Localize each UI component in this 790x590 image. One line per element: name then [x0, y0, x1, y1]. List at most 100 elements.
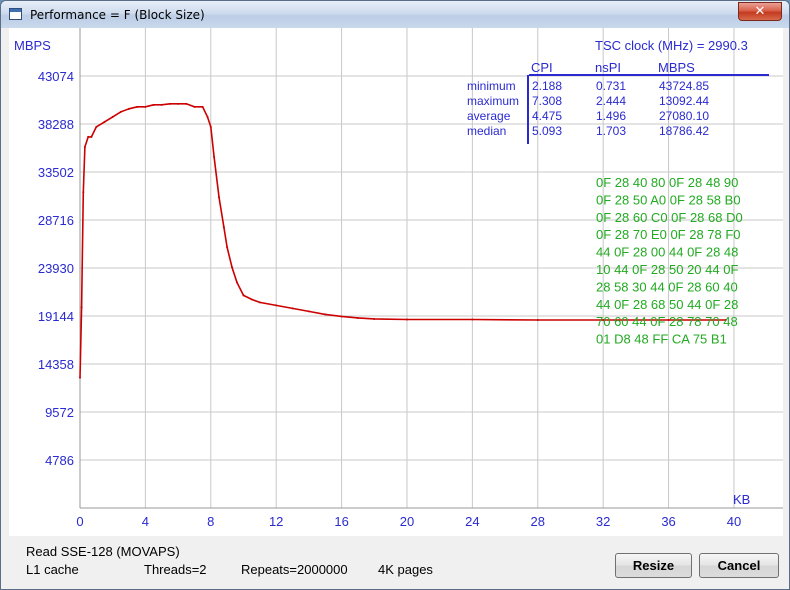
series-point — [144, 105, 147, 108]
benchmark-window: Performance = F (Block Size) ✕ 0 4 8 12 16 20… — [0, 0, 790, 590]
opcode-line: 28 58 30 44 0F 28 60 40 — [596, 279, 738, 294]
series-point — [340, 315, 343, 318]
opcode-line: 0F 28 40 80 0F 28 48 90 — [596, 175, 738, 190]
resize-button[interactable]: Resize — [615, 553, 692, 578]
x-tick-label: 12 — [269, 514, 283, 529]
y-tick-label: 28716 — [38, 213, 74, 228]
x-tick-label: 32 — [596, 514, 610, 529]
y-tick-label: 38288 — [38, 117, 74, 132]
y-tick-label: 9572 — [45, 405, 74, 420]
series-point — [87, 135, 90, 138]
opcode-line: 0F 28 50 A0 0F 28 58 B0 — [596, 192, 741, 207]
x-axis-label: KB — [733, 492, 750, 507]
stats-row-label: average — [467, 109, 511, 123]
y-axis-label: MBPS — [14, 38, 51, 53]
window-title: Performance = F (Block Size) — [30, 8, 205, 22]
x-tick-label: 8 — [207, 514, 214, 529]
opcode-line: 44 0F 28 00 44 0F 28 48 — [596, 245, 738, 260]
series-point — [119, 110, 122, 113]
threads-label: Threads=2 — [144, 562, 207, 577]
series-point — [536, 318, 539, 321]
series-point — [80, 306, 83, 309]
performance-chart: 0 4 8 12 16 20 24 28 32 36 40 4786 9572 14358 19144 239… — [14, 28, 783, 529]
title-bar[interactable]: Performance = F (Block Size) ✕ — [1, 1, 789, 28]
opcode-line: 44 0F 28 68 50 44 0F 28 — [596, 297, 738, 312]
series-point — [177, 102, 180, 105]
stats-row-label: maximum — [467, 94, 519, 108]
series-point — [222, 226, 225, 229]
x-tick-label: 36 — [661, 514, 675, 529]
series-point — [307, 310, 310, 313]
cancel-button[interactable]: Cancel — [699, 553, 779, 578]
cache-label: L1 cache — [26, 562, 79, 577]
series-point — [250, 298, 253, 301]
opcode-dump: 0F 28 40 80 0F 28 48 90 0F 28 50 A0 0F 28… — [596, 175, 743, 347]
opcode-line: 0F 28 60 C0 0F 28 68 D0 — [596, 210, 743, 225]
series-point — [373, 317, 376, 320]
stats-header: CPI — [531, 60, 553, 75]
stats-header: nsPI — [595, 60, 621, 75]
close-button[interactable]: ✕ — [738, 2, 782, 21]
series-point — [324, 313, 327, 316]
stats-mbps: 27080.10 — [659, 109, 709, 123]
repeats-label: Repeats=2000000 — [241, 562, 348, 577]
app-window-icon — [9, 8, 22, 20]
opcode-line: 10 44 0F 28 50 20 44 0F — [596, 262, 738, 277]
stats-header: MBPS — [658, 60, 695, 75]
series-point — [471, 318, 474, 321]
stats-mbps: 13092.44 — [659, 94, 709, 108]
x-tick-label: 20 — [400, 514, 414, 529]
x-tick-label: 4 — [142, 514, 149, 529]
x-tick-label: 24 — [465, 514, 479, 529]
series-point — [83, 145, 86, 148]
series-point — [217, 196, 220, 199]
series-point — [235, 281, 238, 284]
stats-nspi: 1.703 — [596, 124, 626, 138]
series-point — [168, 102, 171, 105]
stats-row-label: minimum — [467, 79, 516, 93]
stats-table: TSC clock (MHz) = 2990.3 CPI nsPI MBPS minim… — [467, 38, 769, 144]
stats-nspi: 2.444 — [596, 94, 626, 108]
y-tick-label: 4786 — [45, 453, 74, 468]
series-point — [82, 191, 85, 194]
tsc-clock-label: TSC clock (MHz) = 2990.3 — [595, 38, 748, 53]
stats-nspi: 1.496 — [596, 109, 626, 123]
series-point — [258, 301, 261, 304]
x-tick-label: 28 — [531, 514, 545, 529]
stats-row-label: median — [467, 124, 506, 138]
series-point — [160, 103, 163, 106]
x-tick-label: 40 — [727, 514, 741, 529]
stats-mbps: 18786.42 — [659, 124, 709, 138]
series-point — [128, 107, 131, 110]
y-tick-label: 14358 — [38, 357, 74, 372]
series-point — [356, 316, 359, 319]
series-point — [213, 155, 216, 158]
series-point — [201, 105, 204, 108]
chart-area: 0 4 8 12 16 20 24 28 32 36 40 4786 9572 14358 19144 239… — [9, 28, 783, 536]
stats-cpi: 5.093 — [532, 124, 562, 138]
x-tick-label: 0 — [76, 514, 83, 529]
series-point — [231, 266, 234, 269]
series-point — [95, 125, 98, 128]
series-point — [152, 103, 155, 106]
pages-label: 4K pages — [378, 562, 433, 577]
opcode-line: 0F 28 70 E0 0F 28 78 F0 — [596, 227, 741, 242]
series-point — [242, 294, 245, 297]
series-point — [103, 120, 106, 123]
stats-cpi: 7.308 — [532, 94, 562, 108]
opcode-line: 01 D8 48 FF CA 75 B1 — [596, 332, 727, 347]
series-point — [79, 376, 81, 379]
x-tick-label: 16 — [334, 514, 348, 529]
series-point — [226, 246, 229, 249]
series-point — [136, 105, 139, 108]
y-tick-label: 33502 — [38, 165, 74, 180]
series-point — [193, 105, 196, 108]
opcode-line: 70 60 44 0F 28 78 70 48 — [596, 314, 738, 329]
stats-cpi: 4.475 — [532, 109, 562, 123]
y-tick-label: 23930 — [38, 261, 74, 276]
series-point — [291, 307, 294, 310]
y-tick-label: 19144 — [38, 309, 74, 324]
series-point — [206, 115, 209, 118]
series-point — [405, 318, 408, 321]
series-point — [209, 125, 212, 128]
